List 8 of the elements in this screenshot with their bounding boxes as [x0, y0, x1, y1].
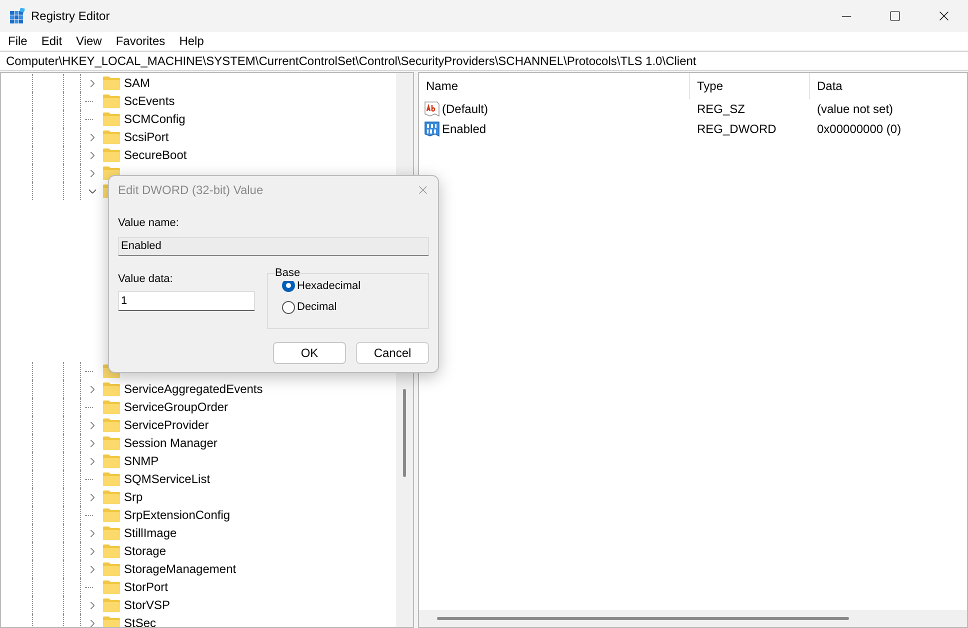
field-label: Value data: — [118, 272, 174, 286]
field-label: Value name: — [118, 216, 180, 231]
dialog-title: Edit DWORD (32-bit) Value — [118, 182, 264, 199]
value-type: REG_DWORD — [696, 121, 778, 138]
value-type: REG_SZ — [696, 101, 746, 118]
window-title: Registry Editor — [31, 8, 110, 25]
value-data: 0x00000000 (0) — [816, 121, 902, 138]
value-data: (value not set) — [816, 101, 894, 118]
